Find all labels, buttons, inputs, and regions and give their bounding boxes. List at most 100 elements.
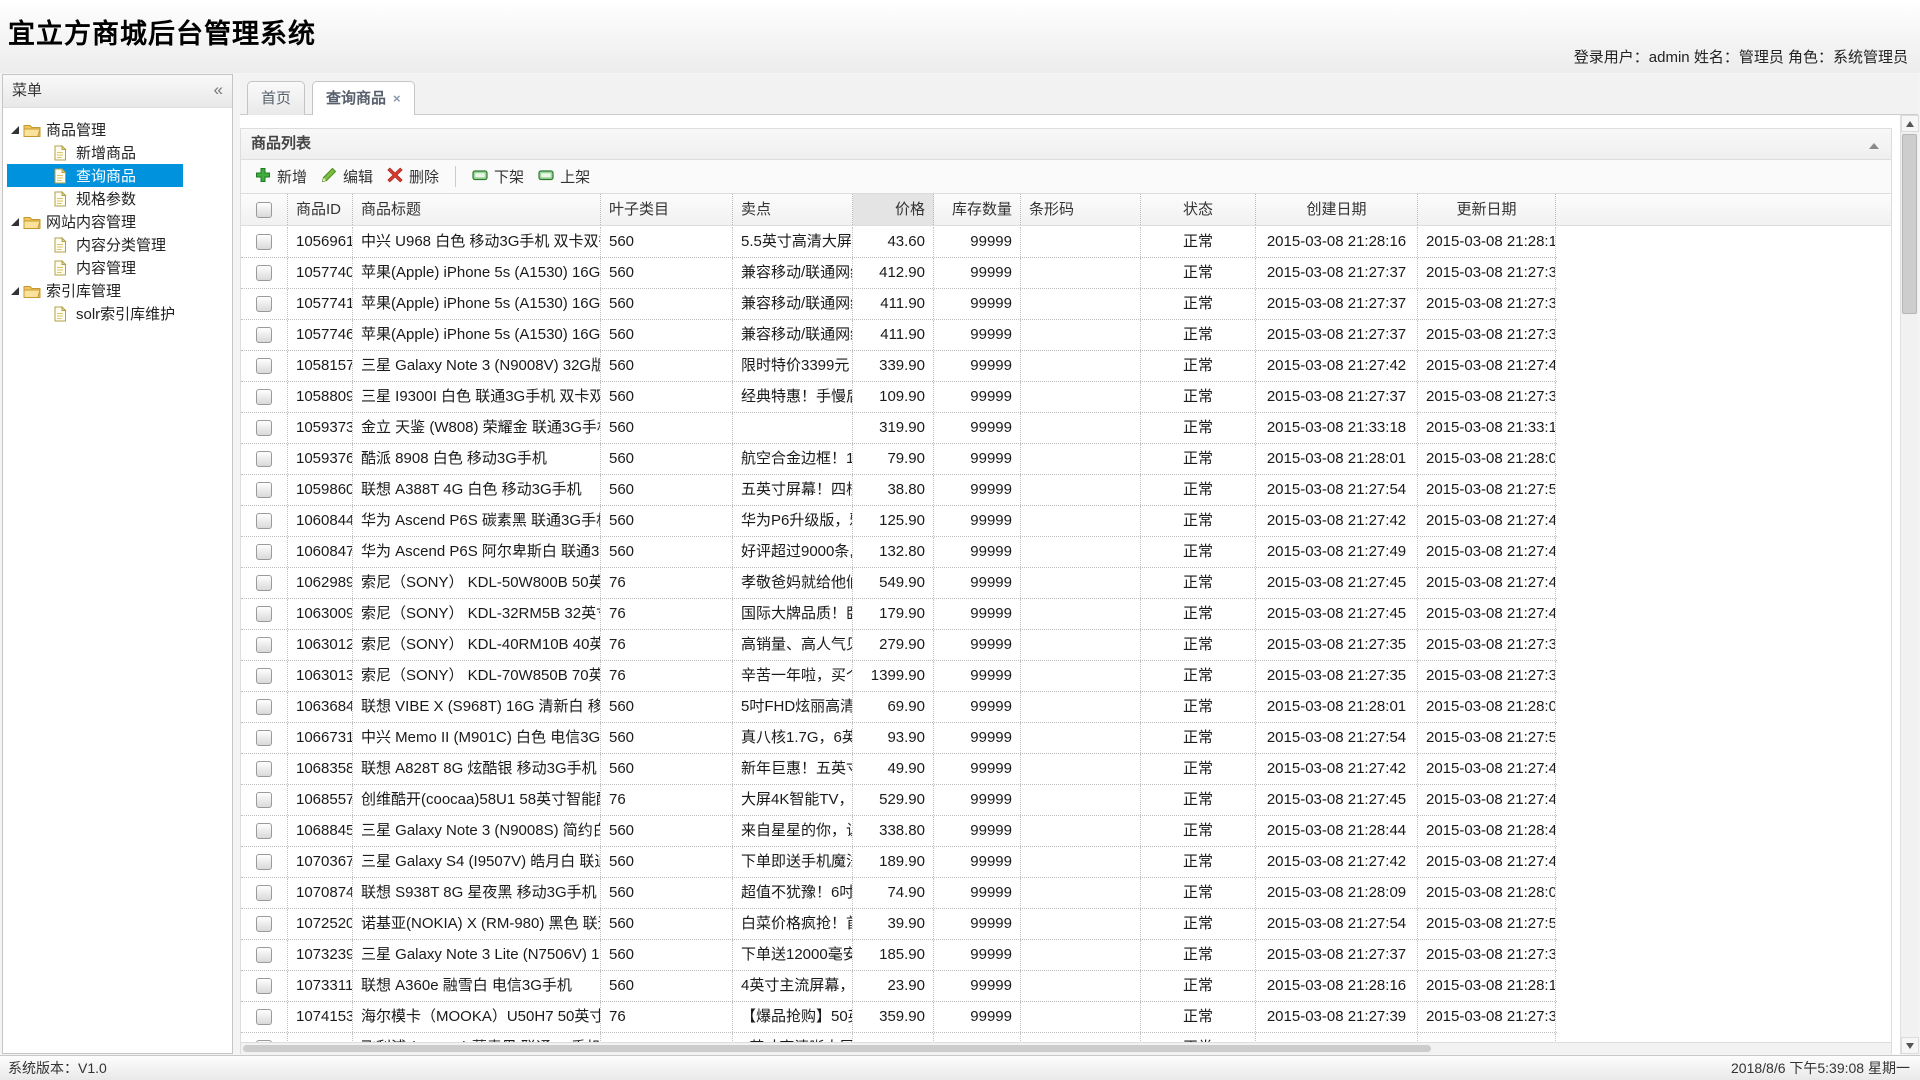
row-checkbox[interactable]	[256, 296, 272, 312]
row-checkbox[interactable]	[256, 575, 272, 591]
row-checkbox[interactable]	[256, 234, 272, 250]
grid-body: 1056961中兴 U968 白色 移动3G手机 双卡双待5605.5英寸高清大…	[241, 227, 1891, 1042]
table-row[interactable]: 1059860联想 A388T 4G 白色 移动3G手机560五英寸屏幕！四核3…	[241, 475, 1557, 506]
row-checkbox[interactable]	[256, 389, 272, 405]
sidebar-item-spec-params[interactable]: 规格参数	[7, 187, 183, 210]
scroll-down-icon[interactable]	[1901, 1037, 1919, 1054]
sidebar-item-solr-index-maintain[interactable]: solr索引库维护	[7, 302, 183, 325]
sidebar-collapse-icon[interactable]: «	[214, 75, 223, 105]
tabs-bar: 首页查询商品×	[240, 74, 1918, 115]
table-row[interactable]: 1066731中兴 Memo II (M901C) 白色 电信3G560真八核1…	[241, 723, 1557, 754]
column-header-stock[interactable]: 库存数量	[934, 194, 1021, 225]
column-header-category[interactable]: 叶子类目	[601, 194, 733, 225]
row-checkbox[interactable]	[256, 947, 272, 963]
row-checkbox[interactable]	[256, 544, 272, 560]
tree-folder-index-manage[interactable]: 索引库管理	[7, 279, 183, 302]
column-header-updated[interactable]: 更新日期	[1418, 194, 1556, 225]
row-checkbox[interactable]	[256, 482, 272, 498]
cell-title: 联想 VIBE X (S968T) 16G 清新白 移动	[353, 692, 601, 722]
table-row[interactable]: 1057740苹果(Apple) iPhone 5s (A1530) 16GB5…	[241, 258, 1557, 289]
sidebar-item-content-category-manage[interactable]: 内容分类管理	[7, 233, 183, 256]
table-row[interactable]: 1063684联想 VIBE X (S968T) 16G 清新白 移动5605吋…	[241, 692, 1557, 723]
table-row[interactable]: 1070874联想 S938T 8G 星夜黑 移动3G手机 双560超值不犹豫！…	[241, 878, 1557, 909]
tab-close-icon[interactable]: ×	[393, 91, 401, 106]
row-checkbox[interactable]	[256, 730, 272, 746]
table-row[interactable]: 1063013索尼（SONY） KDL-70W850B 70英寸76辛苦一年啦，…	[241, 661, 1557, 692]
row-checkbox[interactable]	[256, 358, 272, 374]
table-row[interactable]: 1060844华为 Ascend P6S 碳素黑 联通3G手机560华为P6升级…	[241, 506, 1557, 537]
row-checkbox[interactable]	[256, 699, 272, 715]
tree-folder-goods-manage[interactable]: 商品管理	[7, 118, 183, 141]
add-button[interactable]: 新增	[248, 163, 314, 190]
sidebar-item-query-goods[interactable]: 查询商品	[7, 164, 183, 187]
row-checkbox[interactable]	[256, 978, 272, 994]
row-checkbox[interactable]	[256, 761, 272, 777]
panel-collapse-icon[interactable]	[1866, 138, 1882, 154]
cell-price: 359.90	[853, 1002, 934, 1032]
horizontal-scrollbar-thumb[interactable]	[243, 1045, 1431, 1052]
row-checkbox[interactable]	[256, 1009, 272, 1025]
on-shelf-button[interactable]: 上架	[531, 163, 597, 190]
row-checkbox[interactable]	[256, 513, 272, 529]
cell-category: 560	[601, 816, 733, 846]
tab-home[interactable]: 首页	[247, 81, 305, 115]
delete-button[interactable]: 删除	[380, 163, 446, 190]
table-row[interactable]: 1068557创维酷开(coocaa)58U1 58英寸智能酷76大屏4K智能T…	[241, 785, 1557, 816]
off-shelf-button[interactable]: 下架	[465, 163, 531, 190]
table-row[interactable]: 1058157三星 Galaxy Note 3 (N9008V) 32G版560…	[241, 351, 1557, 382]
column-header-created[interactable]: 创建日期	[1256, 194, 1418, 225]
table-row[interactable]: 1057741苹果(Apple) iPhone 5s (A1530) 16GB5…	[241, 289, 1557, 320]
vertical-scrollbar[interactable]	[1900, 115, 1918, 1054]
column-header-title[interactable]: 商品标题	[353, 194, 601, 225]
table-row[interactable]: 1063012索尼（SONY） KDL-40RM10B 40英寸76高销量、高人…	[241, 630, 1557, 661]
row-checkbox[interactable]	[256, 792, 272, 808]
row-checkbox[interactable]	[256, 606, 272, 622]
table-row[interactable]: 1056961中兴 U968 白色 移动3G手机 双卡双待5605.5英寸高清大…	[241, 227, 1557, 258]
table-row[interactable]: 1075215飞利浦 (W3500) 蔓青黑 联通3G手机5605英寸高清晰大屏…	[241, 1033, 1557, 1042]
cell-barcode	[1021, 351, 1141, 381]
column-header-barcode[interactable]: 条形码	[1021, 194, 1141, 225]
table-row[interactable]: 1074153海尔模卡（MOOKA）U50H7 50英寸安76【爆品抢购】50英…	[241, 1002, 1557, 1033]
row-checkbox[interactable]	[256, 668, 272, 684]
column-header-sell-point[interactable]: 卖点	[733, 194, 853, 225]
row-select-cell	[241, 971, 288, 1001]
row-checkbox[interactable]	[256, 854, 272, 870]
column-header-price[interactable]: 价格	[853, 194, 934, 225]
scroll-up-icon[interactable]	[1901, 115, 1919, 132]
table-row[interactable]: 1059376酷派 8908 白色 移动3G手机560航空合金边框！1379.9…	[241, 444, 1557, 475]
row-checkbox[interactable]	[256, 327, 272, 343]
tab-query-goods[interactable]: 查询商品×	[312, 81, 415, 116]
table-row[interactable]: 1072520诺基亚(NOKIA) X (RM-980) 黑色 联通560白菜价…	[241, 909, 1557, 940]
tree-expand-icon[interactable]	[7, 287, 23, 295]
row-checkbox[interactable]	[256, 420, 272, 436]
sidebar-item-add-goods[interactable]: 新增商品	[7, 141, 183, 164]
row-checkbox[interactable]	[256, 823, 272, 839]
row-checkbox[interactable]	[256, 637, 272, 653]
table-row[interactable]: 1073311联想 A360e 融雪白 电信3G手机5604英寸主流屏幕，23.…	[241, 971, 1557, 1002]
cell-stock: 99999	[934, 692, 1021, 722]
horizontal-scrollbar[interactable]	[241, 1042, 1891, 1054]
select-all-checkbox[interactable]	[256, 202, 272, 218]
sidebar-item-content-manage[interactable]: 内容管理	[7, 256, 183, 279]
row-checkbox[interactable]	[256, 265, 272, 281]
row-checkbox[interactable]	[256, 885, 272, 901]
table-row[interactable]: 1073239三星 Galaxy Note 3 Lite (N7506V) 16…	[241, 940, 1557, 971]
row-checkbox[interactable]	[256, 916, 272, 932]
column-header-status[interactable]: 状态	[1141, 194, 1256, 225]
vertical-scrollbar-thumb[interactable]	[1902, 134, 1917, 314]
tree-expand-icon[interactable]	[7, 218, 23, 226]
tree-expand-icon[interactable]	[7, 126, 23, 134]
table-row[interactable]: 1070367三星 Galaxy S4 (I9507V) 皓月白 联通560下单…	[241, 847, 1557, 878]
edit-button[interactable]: 编辑	[314, 163, 380, 190]
row-checkbox[interactable]	[256, 451, 272, 467]
table-row[interactable]: 1062989索尼（SONY） KDL-50W800B 50英寸76孝敬爸妈就给…	[241, 568, 1557, 599]
table-row[interactable]: 1060847华为 Ascend P6S 阿尔卑斯白 联通3G560好评超过90…	[241, 537, 1557, 568]
table-row[interactable]: 1059373金立 天鉴 (W808) 荣耀金 联通3G手机560319.909…	[241, 413, 1557, 444]
table-row[interactable]: 1068845三星 Galaxy Note 3 (N9008S) 简约白560来…	[241, 816, 1557, 847]
table-row[interactable]: 1057746苹果(Apple) iPhone 5s (A1530) 16GB5…	[241, 320, 1557, 351]
tree-folder-site-content-manage[interactable]: 网站内容管理	[7, 210, 183, 233]
table-row[interactable]: 1063009索尼（SONY） KDL-32RM5B 32英寸76国际大牌品质！…	[241, 599, 1557, 630]
table-row[interactable]: 1068358联想 A828T 8G 炫酷银 移动3G手机560新年巨惠！五英寸…	[241, 754, 1557, 785]
table-row[interactable]: 1058809三星 I9300I 白色 联通3G手机 双卡双560经典特惠！手慢…	[241, 382, 1557, 413]
column-header-product-id[interactable]: 商品ID	[288, 194, 353, 225]
